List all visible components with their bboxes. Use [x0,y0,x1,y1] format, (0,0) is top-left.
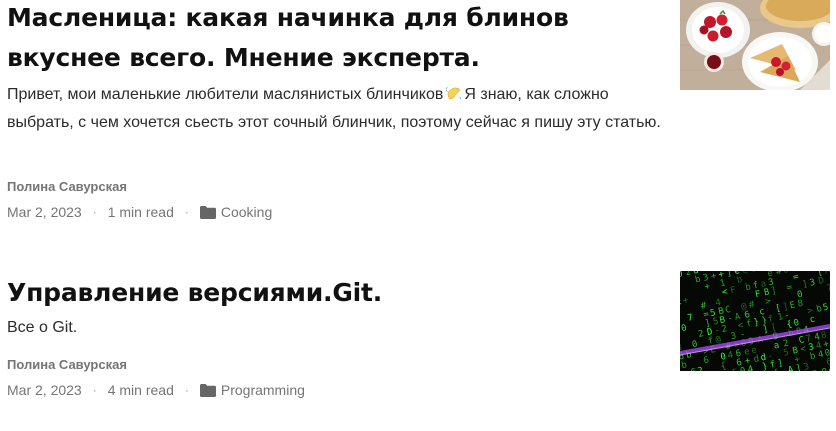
meta-separator: · [92,205,97,219]
green-code-matrix-photo: 8+]7aEc@A2FfDA>7]=0{02d+=24a<3[-B6b3++]e… [680,271,830,371]
post-card: Масленица: какая начинка для блинов вкус… [0,0,836,240]
post-category-link[interactable]: Programming [199,381,305,399]
wave-emoji-icon [446,87,462,100]
post-category: Cooking [220,204,273,220]
post-thumbnail[interactable]: 8+]7aEc@A2FfDA>7]=0{02d+=24a<3[-B6b3++]e… [680,271,830,371]
post-date: Mar 2, 2023 [7,382,82,398]
post-thumbnail[interactable] [680,0,830,90]
post-date: Mar 2, 2023 [7,204,82,220]
folder-icon [199,205,216,219]
post-title[interactable]: Управление версиями.Git. [7,273,657,313]
post-author[interactable]: Полина Савурская [7,357,127,373]
post-author[interactable]: Полина Савурская [7,179,127,195]
code-glyph: 2 [685,271,692,278]
post-excerpt: Привет, мои маленькие любители маслянист… [7,81,667,137]
post-excerpt: Все о Git. [7,319,78,336]
post-meta: Mar 2, 2023 · 4 min read · Programming [7,381,305,399]
code-glyph: d [828,366,830,371]
post-category-link[interactable]: Cooking [199,203,273,221]
meta-separator: · [184,383,189,397]
excerpt-text: Привет, мои маленькие любители маслянист… [7,86,444,103]
meta-separator: · [92,383,97,397]
read-time: 4 min read [107,382,174,398]
post-title[interactable]: Масленица: какая начинка для блинов вкус… [7,0,657,78]
post-card: Управление версиями.Git. Все о Git. Поли… [0,268,836,418]
pancakes-with-strawberries-photo [680,0,830,90]
code-glyph: A [824,271,830,276]
read-time: 1 min read [107,204,174,220]
post-category: Programming [220,382,305,398]
meta-separator: · [184,205,189,219]
post-meta: Mar 2, 2023 · 1 min read · Cooking [7,203,272,221]
folder-icon [199,383,216,397]
